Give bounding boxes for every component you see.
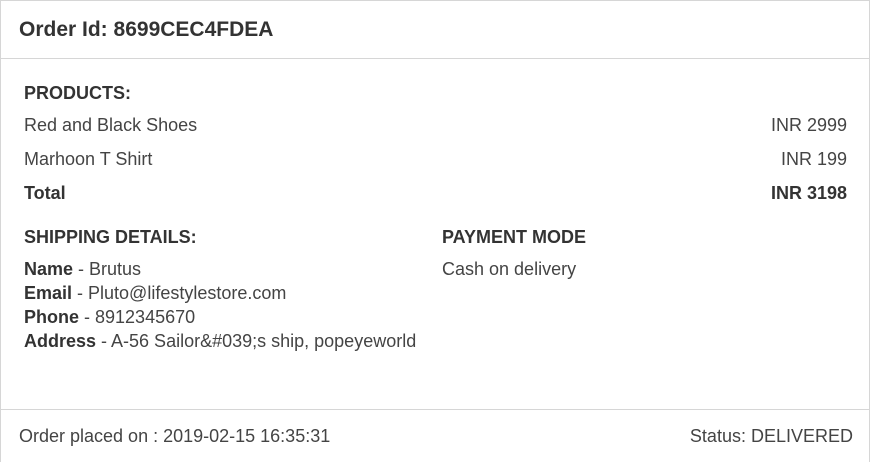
order-header: Order Id: 8699CEC4FDEA bbox=[1, 1, 869, 59]
shipping-email: Email - Pluto@lifestylestore.com bbox=[24, 281, 442, 305]
details-columns: SHIPPING DETAILS: Name - Brutus Email - … bbox=[24, 227, 847, 353]
total-value: INR 3198 bbox=[770, 183, 847, 203]
payment-title: PAYMENT MODE bbox=[442, 227, 587, 247]
order-body: PRODUCTS: Red and Black Shoes INR 2999 M… bbox=[1, 59, 869, 353]
shipping-title: SHIPPING DETAILS: bbox=[24, 227, 197, 247]
order-card: Order Id: 8699CEC4FDEA PRODUCTS: Red and… bbox=[0, 0, 870, 462]
order-status: Status: DELIVERED bbox=[689, 426, 853, 446]
shipping-name-label: Name bbox=[24, 259, 74, 279]
shipping-address-value: - A-56 Sailor&#039;s ship, popeyeworld bbox=[96, 331, 417, 351]
shipping-email-value: - Pluto@lifestylestore.com bbox=[72, 283, 287, 303]
shipping-address-label: Address bbox=[24, 331, 97, 351]
products-title: PRODUCTS: bbox=[24, 83, 131, 103]
payment-mode-value: Cash on delivery bbox=[442, 259, 577, 279]
shipping-name-value: - Brutus bbox=[73, 259, 142, 279]
payment-details: PAYMENT MODE Cash on delivery bbox=[442, 227, 847, 353]
shipping-address: Address - A-56 Sailor&#039;s ship, popey… bbox=[24, 329, 442, 353]
shipping-name: Name - Brutus bbox=[24, 257, 442, 281]
shipping-phone-label: Phone bbox=[24, 307, 80, 327]
product-name: Red and Black Shoes bbox=[24, 115, 198, 135]
shipping-details: SHIPPING DETAILS: Name - Brutus Email - … bbox=[24, 227, 442, 353]
product-row: Red and Black Shoes INR 2999 bbox=[24, 113, 847, 147]
order-id-label: Order Id: bbox=[19, 17, 108, 41]
shipping-phone-value: - 8912345670 bbox=[79, 307, 196, 327]
order-placed-on: Order placed on : 2019-02-15 16:35:31 bbox=[19, 426, 331, 446]
product-price: INR 2999 bbox=[770, 115, 847, 135]
total-row: Total INR 3198 bbox=[24, 181, 847, 215]
product-row: Marhoon T Shirt INR 199 bbox=[24, 147, 847, 181]
order-footer: Order placed on : 2019-02-15 16:35:31 St… bbox=[1, 409, 869, 463]
order-id-value: 8699CEC4FDEA bbox=[113, 17, 274, 41]
shipping-email-label: Email bbox=[24, 283, 73, 303]
shipping-phone: Phone - 8912345670 bbox=[24, 305, 442, 329]
product-price: INR 199 bbox=[780, 149, 847, 169]
product-name: Marhoon T Shirt bbox=[24, 149, 153, 169]
total-label: Total bbox=[24, 183, 66, 203]
